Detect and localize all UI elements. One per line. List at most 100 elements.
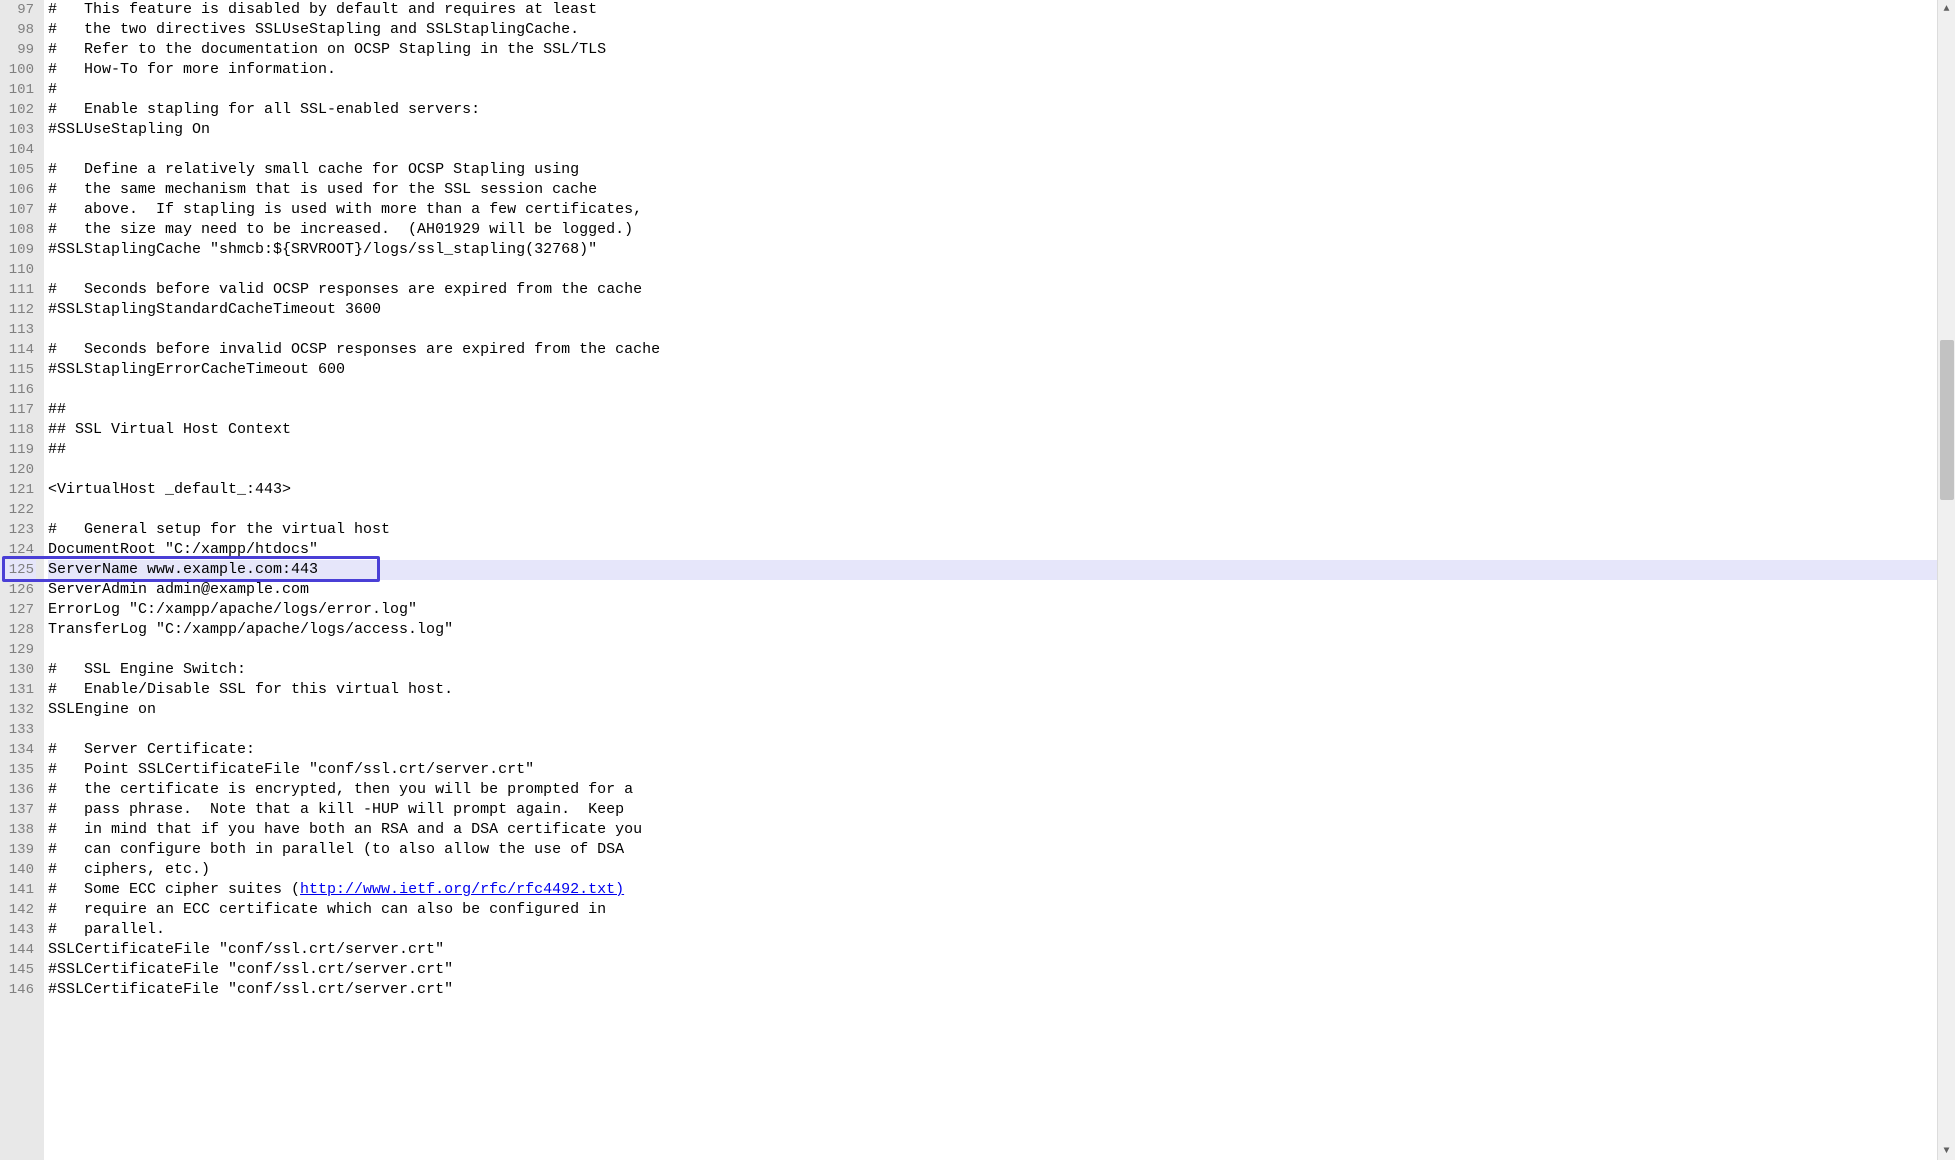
code-line[interactable]: # require an ECC certificate which can a…	[48, 900, 1937, 920]
code-line[interactable]: # Refer to the documentation on OCSP Sta…	[48, 40, 1937, 60]
code-line[interactable]: ##	[48, 440, 1937, 460]
line-number: 121	[0, 480, 36, 500]
line-number: 102	[0, 100, 36, 120]
code-line[interactable]: TransferLog "C:/xampp/apache/logs/access…	[48, 620, 1937, 640]
line-number: 109	[0, 240, 36, 260]
code-line[interactable]: # above. If stapling is used with more t…	[48, 200, 1937, 220]
vertical-scrollbar[interactable]: ▲ ▼	[1937, 0, 1955, 1160]
scroll-up-button[interactable]: ▲	[1938, 0, 1955, 18]
code-line[interactable]: # the two directives SSLUseStapling and …	[48, 20, 1937, 40]
line-number: 98	[0, 20, 36, 40]
code-content[interactable]: # This feature is disabled by default an…	[44, 0, 1937, 1160]
line-number: 123	[0, 520, 36, 540]
code-line[interactable]: #SSLCertificateFile "conf/ssl.crt/server…	[48, 980, 1937, 1000]
line-number: 101	[0, 80, 36, 100]
code-line[interactable]: # the same mechanism that is used for th…	[48, 180, 1937, 200]
code-line[interactable]: ##	[48, 400, 1937, 420]
scroll-down-button[interactable]: ▼	[1938, 1142, 1955, 1160]
line-number: 131	[0, 680, 36, 700]
code-line[interactable]: ErrorLog "C:/xampp/apache/logs/error.log…	[48, 600, 1937, 620]
code-line[interactable]: #SSLStaplingErrorCacheTimeout 600	[48, 360, 1937, 380]
line-number: 106	[0, 180, 36, 200]
line-number: 99	[0, 40, 36, 60]
line-number: 108	[0, 220, 36, 240]
line-number: 105	[0, 160, 36, 180]
code-line[interactable]: #SSLCertificateFile "conf/ssl.crt/server…	[48, 960, 1937, 980]
code-line[interactable]: # can configure both in parallel (to als…	[48, 840, 1937, 860]
line-number: 117	[0, 400, 36, 420]
code-line[interactable]	[48, 460, 1937, 480]
line-number: 124	[0, 540, 36, 560]
code-line[interactable]: # Seconds before invalid OCSP responses …	[48, 340, 1937, 360]
line-number: 130	[0, 660, 36, 680]
code-line[interactable]: # pass phrase. Note that a kill -HUP wil…	[48, 800, 1937, 820]
code-line[interactable]: # Enable stapling for all SSL-enabled se…	[48, 100, 1937, 120]
line-number: 145	[0, 960, 36, 980]
code-line[interactable]: # parallel.	[48, 920, 1937, 940]
code-line[interactable]: # Server Certificate:	[48, 740, 1937, 760]
line-number: 115	[0, 360, 36, 380]
code-line[interactable]: # This feature is disabled by default an…	[48, 0, 1937, 20]
code-line[interactable]: # Some ECC cipher suites (http://www.iet…	[48, 880, 1937, 900]
code-line[interactable]: #SSLUseStapling On	[48, 120, 1937, 140]
code-line[interactable]: # Point SSLCertificateFile "conf/ssl.crt…	[48, 760, 1937, 780]
editor-scroll-area[interactable]: 9798991001011021031041051061071081091101…	[0, 0, 1937, 1160]
line-number: 133	[0, 720, 36, 740]
line-number: 127	[0, 600, 36, 620]
line-number: 139	[0, 840, 36, 860]
code-line[interactable]: #SSLStaplingStandardCacheTimeout 3600	[48, 300, 1937, 320]
code-line[interactable]: # Seconds before valid OCSP responses ar…	[48, 280, 1937, 300]
code-line[interactable]: # Define a relatively small cache for OC…	[48, 160, 1937, 180]
line-number: 132	[0, 700, 36, 720]
line-number: 119	[0, 440, 36, 460]
code-line[interactable]	[48, 140, 1937, 160]
line-number: 125	[0, 560, 36, 580]
line-number: 122	[0, 500, 36, 520]
line-number: 112	[0, 300, 36, 320]
code-line[interactable]: SSLCertificateFile "conf/ssl.crt/server.…	[48, 940, 1937, 960]
code-line[interactable]	[48, 320, 1937, 340]
highlight-annotation-box	[2, 556, 380, 582]
code-line[interactable]: SSLEngine on	[48, 700, 1937, 720]
code-line[interactable]: #	[48, 80, 1937, 100]
line-number: 135	[0, 760, 36, 780]
code-line[interactable]: # the certificate is encrypted, then you…	[48, 780, 1937, 800]
code-line[interactable]: # How-To for more information.	[48, 60, 1937, 80]
code-line[interactable]: DocumentRoot "C:/xampp/htdocs"	[48, 540, 1937, 560]
code-line[interactable]	[48, 380, 1937, 400]
code-line[interactable]	[48, 260, 1937, 280]
line-number: 116	[0, 380, 36, 400]
line-number: 144	[0, 940, 36, 960]
line-number: 126	[0, 580, 36, 600]
line-number: 103	[0, 120, 36, 140]
line-number: 142	[0, 900, 36, 920]
line-number: 141	[0, 880, 36, 900]
code-line[interactable]	[48, 640, 1937, 660]
line-number: 136	[0, 780, 36, 800]
code-line[interactable]: ServerAdmin admin@example.com	[48, 580, 1937, 600]
code-line[interactable]: # General setup for the virtual host	[48, 520, 1937, 540]
line-number: 104	[0, 140, 36, 160]
line-number: 134	[0, 740, 36, 760]
code-line[interactable]: <VirtualHost _default_:443>	[48, 480, 1937, 500]
code-line[interactable]: # ciphers, etc.)	[48, 860, 1937, 880]
scroll-thumb[interactable]	[1940, 340, 1954, 500]
line-number: 128	[0, 620, 36, 640]
line-number: 111	[0, 280, 36, 300]
line-number: 118	[0, 420, 36, 440]
line-number: 107	[0, 200, 36, 220]
code-line[interactable]: # Enable/Disable SSL for this virtual ho…	[48, 680, 1937, 700]
code-line[interactable]: # SSL Engine Switch:	[48, 660, 1937, 680]
line-number: 120	[0, 460, 36, 480]
url-link[interactable]: http://www.ietf.org/rfc/rfc4492.txt)	[300, 881, 624, 898]
code-line[interactable]: # in mind that if you have both an RSA a…	[48, 820, 1937, 840]
line-number: 138	[0, 820, 36, 840]
code-line[interactable]: ## SSL Virtual Host Context	[48, 420, 1937, 440]
line-number: 113	[0, 320, 36, 340]
line-number-gutter: 9798991001011021031041051061071081091101…	[0, 0, 44, 1160]
code-line[interactable]: ServerName www.example.com:443	[48, 560, 1937, 580]
code-line[interactable]	[48, 720, 1937, 740]
code-line[interactable]	[48, 500, 1937, 520]
code-line[interactable]: # the size may need to be increased. (AH…	[48, 220, 1937, 240]
code-line[interactable]: #SSLStaplingCache "shmcb:${SRVROOT}/logs…	[48, 240, 1937, 260]
